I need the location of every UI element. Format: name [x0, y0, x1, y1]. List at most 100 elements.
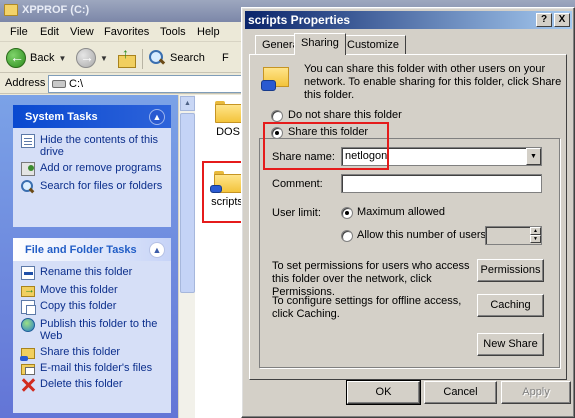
menu-file[interactable]: File: [10, 26, 28, 38]
system-tasks-title: System Tasks: [25, 111, 98, 123]
close-button[interactable]: X: [554, 13, 570, 27]
chevron-down-icon[interactable]: ▼: [58, 54, 66, 63]
system-tasks-header[interactable]: System Tasks ▲: [13, 105, 171, 128]
add-remove-programs-icon: [21, 162, 35, 176]
drive-folder-icon: [4, 4, 18, 16]
task-label: Delete this folder: [40, 378, 123, 390]
apply-button[interactable]: Apply: [501, 381, 571, 404]
maximum-allowed-label: Maximum allowed: [357, 206, 446, 218]
search-label: Search: [170, 52, 205, 64]
forward-button[interactable]: ▼: [76, 47, 108, 69]
vertical-scrollbar[interactable]: ▲: [178, 95, 195, 418]
address-input[interactable]: C:\: [48, 75, 258, 93]
properties-dialog: scripts Properties ? X General Sharing C…: [241, 7, 575, 418]
dialog-title-bar: scripts Properties ? X: [245, 11, 572, 29]
share-folder-icon: [20, 348, 35, 361]
file-folder-tasks-header[interactable]: File and Folder Tasks ▲: [13, 238, 171, 261]
back-button[interactable]: Back ▼: [6, 47, 66, 69]
scroll-thumb[interactable]: [180, 113, 195, 293]
share-name-label: Share name:: [272, 151, 335, 163]
address-label: Address: [5, 77, 46, 89]
menu-edit[interactable]: Edit: [40, 26, 59, 38]
allow-users-label: Allow this number of users:: [357, 229, 490, 241]
new-share-button[interactable]: New Share: [477, 333, 544, 356]
allow-users-radio[interactable]: [341, 230, 353, 242]
share-folder-label: Share this folder: [288, 126, 369, 138]
task-copy-folder[interactable]: Copy this folder: [21, 300, 165, 315]
search-icon: [21, 180, 35, 194]
globe-icon: [21, 318, 35, 332]
collapse-icon[interactable]: ▲: [149, 242, 165, 258]
file-folder-tasks-panel: File and Folder Tasks ▲ Rename this fold…: [13, 238, 171, 413]
permissions-button[interactable]: Permissions: [477, 259, 544, 282]
task-label: E-mail this folder's files: [40, 362, 153, 374]
task-delete-folder[interactable]: Delete this folder: [21, 378, 165, 392]
menu-help[interactable]: Help: [197, 26, 220, 38]
task-email-files[interactable]: E-mail this folder's files: [21, 362, 165, 375]
copy-icon: [21, 300, 36, 315]
menu-view[interactable]: View: [70, 26, 94, 38]
caching-button[interactable]: Caching: [477, 294, 544, 317]
forward-arrow-icon: [76, 48, 96, 68]
rename-icon: [21, 266, 35, 280]
task-search-files[interactable]: Search for files or folders: [21, 180, 165, 194]
task-pane: System Tasks ▲ Hide the contents of this…: [0, 95, 178, 418]
chevron-down-icon[interactable]: ▼: [526, 148, 541, 165]
comment-label: Comment:: [272, 178, 323, 190]
shared-folder-icon: [261, 64, 289, 92]
spin-down-icon[interactable]: ▼: [530, 235, 541, 243]
folders-label: F: [222, 52, 229, 64]
user-count-spinner[interactable]: ▲ ▼: [485, 226, 542, 245]
share-name-select[interactable]: netlogon ▼: [341, 147, 542, 166]
task-label: Search for files or folders: [40, 180, 163, 192]
scroll-up-icon[interactable]: ▲: [180, 96, 195, 111]
do-not-share-label: Do not share this folder: [288, 109, 402, 121]
explorer-title: XPPROF (C:): [22, 4, 90, 16]
system-tasks-panel: System Tasks ▲ Hide the contents of this…: [13, 105, 171, 227]
sharing-intro-text: You can share this folder with other use…: [304, 63, 562, 101]
task-label: Rename this folder: [40, 266, 133, 278]
task-hide-drive-contents[interactable]: Hide the contents of this drive: [21, 134, 165, 158]
spin-up-icon[interactable]: ▲: [530, 227, 541, 235]
task-move-folder[interactable]: Move this folder: [21, 284, 165, 297]
menu-favorites[interactable]: Favorites: [104, 26, 149, 38]
task-label: Share this folder: [40, 346, 121, 358]
up-folder-icon: [116, 45, 136, 68]
comment-input[interactable]: [341, 174, 542, 193]
toolbar-separator: [142, 49, 143, 69]
do-not-share-radio[interactable]: [271, 110, 283, 122]
task-rename-folder[interactable]: Rename this folder: [21, 266, 165, 280]
task-publish-web[interactable]: Publish this folder to the Web: [21, 318, 165, 342]
chevron-down-icon[interactable]: ▼: [100, 54, 108, 63]
tab-label: Sharing: [301, 37, 339, 49]
back-label: Back: [30, 52, 55, 64]
search-icon: [148, 49, 166, 67]
ok-button[interactable]: OK: [346, 380, 421, 405]
task-share-folder[interactable]: Share this folder: [20, 346, 165, 361]
share-folder-radio[interactable]: [271, 127, 283, 139]
shared-folder-icon: [210, 171, 242, 193]
tab-label: Customize: [347, 39, 399, 51]
task-add-remove-programs[interactable]: Add or remove programs: [21, 162, 165, 176]
folder-icon: [215, 101, 243, 123]
user-limit-label: User limit:: [272, 207, 321, 219]
drive-icon: [52, 80, 66, 88]
help-button[interactable]: ?: [536, 13, 552, 27]
maximum-allowed-radio[interactable]: [341, 207, 353, 219]
task-label: Publish this folder to the Web: [40, 318, 158, 342]
cancel-button[interactable]: Cancel: [424, 381, 497, 404]
menu-tools[interactable]: Tools: [160, 26, 186, 38]
collapse-icon[interactable]: ▲: [149, 109, 165, 125]
file-folder-tasks-title: File and Folder Tasks: [25, 244, 137, 256]
tab-customize[interactable]: Customize: [340, 35, 406, 54]
hide-contents-icon: [21, 134, 35, 148]
task-label: Copy this folder: [40, 300, 117, 312]
address-value: C:\: [69, 78, 84, 90]
up-folder-button[interactable]: [116, 45, 136, 69]
delete-icon: [21, 378, 35, 392]
search-button[interactable]: Search: [148, 47, 205, 69]
tab-sharing[interactable]: Sharing: [294, 33, 346, 55]
caching-text: To configure settings for offline access…: [272, 295, 462, 320]
folders-button[interactable]: F: [222, 47, 229, 69]
task-label: Hide the contents of this drive: [40, 134, 159, 158]
